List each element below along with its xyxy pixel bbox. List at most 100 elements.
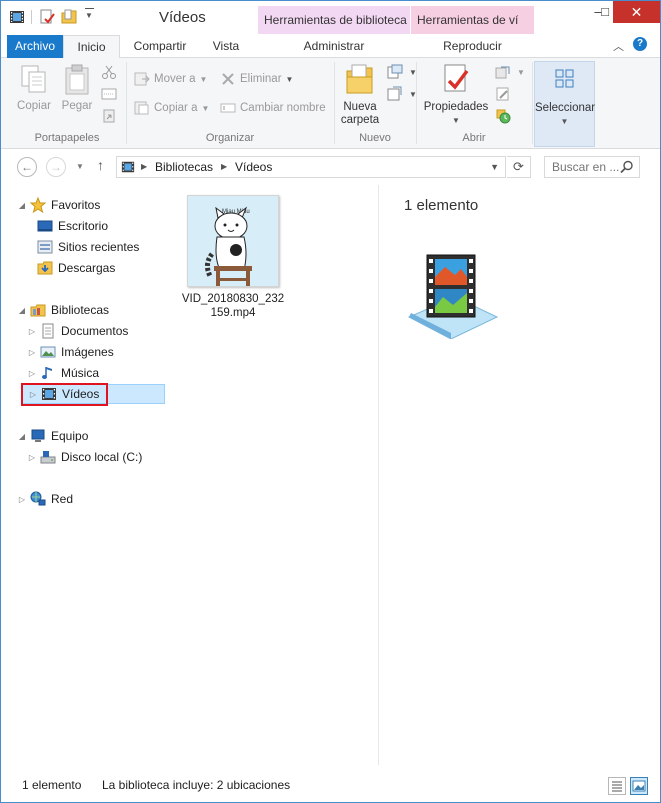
chevron-down-icon[interactable]: ▼ — [517, 68, 525, 77]
search-box[interactable] — [544, 156, 640, 178]
context-tab-library-tools: Herramientas de biblioteca — [258, 6, 410, 34]
rename-icon — [220, 103, 236, 113]
details-view-button[interactable] — [608, 777, 626, 795]
title-bar: ▼ Vídeos Herramientas de biblioteca Herr… — [1, 1, 660, 35]
tree-item-bibliotecas[interactable]: ◢ Bibliotecas — [17, 300, 109, 320]
tree-item-imagenes[interactable]: ▷ Imágenes — [27, 342, 114, 362]
context-tab-video-tools: Herramientas de ví — [411, 6, 534, 34]
help-icon[interactable]: ? — [633, 37, 647, 51]
copy-label: Copiar — [17, 100, 51, 112]
paste-shortcut-icon[interactable] — [101, 108, 117, 124]
properties-icon[interactable] — [39, 9, 55, 25]
delete-button[interactable]: Eliminar ▼ — [220, 71, 293, 87]
tab-compartir[interactable]: Compartir — [125, 35, 195, 58]
expand-arrow-icon[interactable]: ▷ — [27, 453, 37, 462]
expand-arrow-icon[interactable]: ▷ — [27, 369, 37, 378]
tree-item-sitios-recientes[interactable]: Sitios recientes — [37, 237, 139, 257]
customize-toolbar-icon[interactable]: ▼ — [85, 11, 93, 20]
search-icon[interactable] — [620, 160, 634, 174]
move-to-button[interactable]: Mover a ▼ — [134, 71, 207, 87]
new-folder-label-1: Nueva — [343, 101, 377, 113]
tree-item-musica[interactable]: ▷ Música — [27, 363, 99, 383]
tree-item-red[interactable]: ▷ Red — [17, 489, 73, 509]
desktop-icon — [37, 220, 53, 232]
new-item-icon[interactable] — [387, 64, 403, 80]
new-folder-icon[interactable] — [61, 9, 77, 25]
video-library-icon[interactable] — [9, 9, 25, 25]
properties-label: Propiedades — [423, 101, 489, 113]
address-bar[interactable]: ▶ Bibliotecas ▶ Vídeos ▼ — [116, 156, 506, 178]
details-view-icon — [612, 781, 622, 792]
expand-arrow-icon[interactable]: ▷ — [27, 327, 37, 336]
properties-button[interactable]: Propiedades ▼ — [421, 63, 491, 127]
easy-access-icon[interactable] — [387, 86, 403, 102]
breadcrumb-separator[interactable]: ▶ — [221, 162, 227, 171]
rename-button[interactable]: Cambiar nombre — [220, 100, 326, 116]
large-icons-view-button[interactable] — [630, 777, 648, 795]
copy-to-label: Copiar a — [154, 102, 198, 114]
close-button[interactable]: ✕ — [613, 1, 660, 23]
breadcrumb-bibliotecas[interactable]: Bibliotecas — [155, 160, 213, 174]
qa-separator — [31, 10, 32, 24]
search-input[interactable] — [545, 157, 619, 177]
new-folder-icon — [346, 64, 373, 94]
tree-item-disco-local[interactable]: ▷ Disco local (C:) — [27, 447, 142, 467]
tab-archivo[interactable]: Archivo — [7, 35, 63, 58]
computer-icon — [31, 429, 45, 442]
forward-button[interactable]: → — [46, 157, 66, 177]
tab-reproducir[interactable]: Reproducir — [411, 35, 534, 58]
cat-thumbnail-image: Miau Miau — [188, 196, 278, 286]
tab-inicio[interactable]: Inicio — [63, 35, 120, 59]
tree-item-favoritos[interactable]: ◢ Favoritos — [17, 195, 100, 215]
tree-item-videos[interactable]: ▷ Vídeos — [21, 384, 165, 404]
tree-label: Vídeos — [62, 387, 100, 401]
select-label: Seleccionar — [535, 102, 596, 114]
paste-button[interactable]: Pegar — [58, 64, 96, 113]
chevron-down-icon[interactable]: ▼ — [490, 162, 499, 172]
delete-icon — [222, 73, 234, 85]
back-button[interactable]: ← — [17, 157, 37, 177]
select-button[interactable]: Seleccionar ▼ — [534, 61, 595, 147]
maximize-button[interactable]: □ — [599, 1, 611, 23]
expand-arrow-icon[interactable]: ▷ — [27, 348, 37, 357]
tab-administrar[interactable]: Administrar — [258, 35, 410, 58]
collapse-arrow-icon[interactable]: ◢ — [17, 432, 27, 441]
copy-to-button[interactable]: Copiar a ▼ — [134, 100, 209, 116]
status-library-locations: La biblioteca incluye: 2 ubicaciones — [102, 778, 291, 792]
edit-icon[interactable] — [495, 86, 511, 102]
history-icon[interactable] — [495, 108, 511, 124]
collapse-arrow-icon[interactable]: ◢ — [17, 201, 27, 210]
breadcrumb-separator[interactable]: ▶ — [141, 162, 147, 171]
tree-item-equipo[interactable]: ◢ Equipo — [17, 426, 88, 446]
chevron-down-icon: ▼ — [560, 117, 569, 126]
tab-vista[interactable]: Vista — [201, 35, 251, 58]
ribbon-tabs: Archivo Inicio Compartir Vista Administr… — [1, 35, 660, 59]
up-button[interactable]: ↑ — [97, 157, 104, 173]
new-folder-button[interactable]: Nueva carpeta — [338, 63, 382, 127]
tree-label: Favoritos — [51, 198, 101, 212]
expand-arrow-icon[interactable]: ▷ — [17, 495, 27, 504]
pictures-icon — [40, 346, 56, 358]
chevron-down-icon: ▼ — [452, 116, 460, 125]
ribbon: Copiar Pegar Portapapeles Mover a ▼ Copi… — [1, 58, 660, 149]
tree-item-descargas[interactable]: Descargas — [37, 258, 115, 278]
copy-path-icon[interactable] — [101, 86, 117, 102]
chevron-down-icon: ▼ — [285, 74, 294, 84]
video-library-icon — [121, 161, 135, 173]
recent-locations-icon[interactable]: ▼ — [76, 162, 84, 171]
cut-icon[interactable] — [101, 64, 117, 80]
open-icon[interactable] — [495, 64, 511, 80]
tree-item-escritorio[interactable]: Escritorio — [37, 216, 108, 236]
network-icon — [30, 491, 46, 506]
copy-button[interactable]: Copiar — [13, 64, 55, 113]
collapse-arrow-icon[interactable]: ◢ — [17, 306, 27, 315]
address-row: ← → ▼ ↑ ▶ Bibliotecas ▶ Vídeos ▼ ⟳ — [1, 149, 660, 185]
tree-item-documentos[interactable]: ▷ Documentos — [27, 321, 128, 341]
explorer-window: ▼ Vídeos Herramientas de biblioteca Herr… — [0, 0, 661, 803]
downloads-icon — [37, 261, 53, 275]
breadcrumb-videos[interactable]: Vídeos — [235, 160, 272, 174]
group-abrir: Abrir — [462, 132, 486, 144]
refresh-button[interactable]: ⟳ — [507, 156, 531, 178]
chevron-up-icon[interactable]: ︿ — [613, 38, 624, 54]
expand-arrow-icon[interactable]: ▷ — [28, 390, 38, 399]
